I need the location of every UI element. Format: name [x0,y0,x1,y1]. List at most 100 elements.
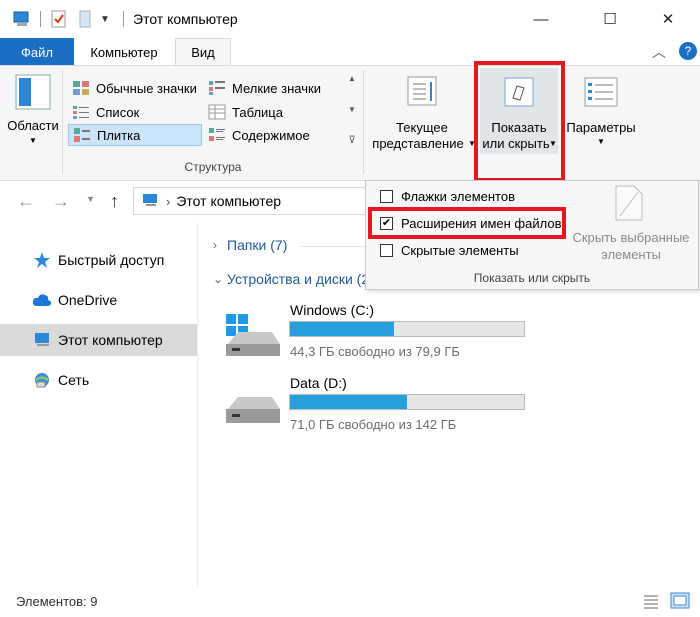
option-label: Скрытые элементы [401,242,519,258]
network-icon [32,371,52,389]
tab-computer[interactable]: Компьютер [78,38,170,66]
layout-item-label: Таблица [232,104,283,120]
forward-button[interactable]: → [52,191,70,212]
layout-group-label: Структура [184,160,242,174]
drive-name: Windows (C:) [290,302,375,318]
chevron-down-icon: ⌄ [213,272,224,286]
highlight-box-file-extensions [368,207,566,239]
content-icon [208,127,226,143]
layout-item-label: Обычные значки [96,80,197,96]
sort-by-icon [406,75,438,110]
layout-details[interactable]: Таблица [204,101,350,123]
layout-scroll[interactable]: ▲ ▼ ⊽ [345,74,359,146]
layout-list[interactable]: Список [68,101,202,123]
drive-usage-bar [289,321,525,337]
drive-usage-bar [289,394,525,410]
item-checkboxes-option[interactable]: Флажки элементов [380,186,515,206]
small-icons-icon [208,80,226,96]
window-title: Этот компьютер [133,11,238,27]
up-button[interactable]: ↑ [110,191,119,212]
minimize-button[interactable]: — [518,0,564,38]
tab-view[interactable]: Вид [175,38,231,66]
sidebar-item-this-pc[interactable]: Этот компьютер [0,324,197,356]
navigation-pane-label: Области [7,118,59,133]
sidebar-item-label: Быстрый доступ [58,252,165,268]
section-title: Папки (7) [227,237,288,253]
details-view-icon[interactable] [642,593,660,612]
layout-item-label: Плитка [97,127,141,143]
options-button[interactable]: Параметры ▼ [563,70,639,162]
separator [40,11,41,27]
section-title: Устройства и диски (2) [227,271,374,287]
sidebar-item-network[interactable]: Сеть [0,364,197,396]
drive-free-space: 71,0 ГБ свободно из 142 ГБ [290,417,457,432]
back-button[interactable]: ← [17,191,35,212]
drive-usage-fill [290,322,395,336]
sidebar-item-quick-access[interactable]: Быстрый доступ [0,244,197,276]
star-icon [32,251,52,269]
scroll-down-icon[interactable]: ▼ [348,105,356,114]
windows-drive-icon [222,310,284,361]
chevron-down-icon: ▼ [597,137,605,146]
layout-item-label: Список [96,104,140,120]
hidden-items-checkbox[interactable] [380,243,393,257]
hide-selected-label-2: элементы [601,247,661,262]
new-folder-icon[interactable] [78,10,92,28]
current-view-button[interactable]: Текущее представление ▼ [368,70,476,162]
hide-selected-button[interactable]: Скрыть выбранные элементы [568,184,694,264]
options-label: Параметры [566,120,636,135]
expand-gallery-icon[interactable]: ⊽ [348,135,355,146]
current-view-label-2: представление [372,136,464,151]
drive-usage-fill [290,395,407,409]
item-checkboxes-checkbox[interactable] [380,189,393,203]
layout-item-label: Содержимое [232,127,310,143]
help-icon[interactable]: ? [679,42,697,60]
details-icon [208,104,226,120]
option-label: Флажки элементов [401,188,515,204]
current-view-label-1: Текущее [396,120,448,135]
properties-icon[interactable] [50,10,68,28]
recent-locations-button[interactable]: ▼ [86,194,95,204]
list-icon [72,104,90,120]
address-path: Этот компьютер [176,193,282,209]
separator [62,70,63,174]
chevron-down-icon: ▼ [29,136,37,145]
layout-item-label: Мелкие значки [232,80,321,96]
drive-tile-d[interactable]: Data (D:) 71,0 ГБ свободно из 142 ГБ [222,375,542,435]
sidebar-item-label: OneDrive [58,292,118,308]
breadcrumb-separator-icon: › [166,193,171,209]
folders-section-header[interactable]: › Папки (7) [213,237,287,253]
sidebar-item-label: Сеть [58,372,90,388]
drive-tile-c[interactable]: Windows (C:) 44,3 ГБ свободно из 79,9 ГБ [222,302,542,362]
large-icons-view-icon[interactable] [670,592,690,612]
devices-section-header[interactable]: ⌄ Устройства и диски (2) [213,271,374,287]
cloud-icon [32,291,52,309]
address-bar[interactable]: › Этот компьютер [133,187,368,215]
hide-selected-icon [614,184,644,225]
chevron-right-icon: › [213,238,217,252]
navigation-pane-icon [15,74,51,113]
maximize-button[interactable]: ☐ [587,0,633,38]
sidebar-item-onedrive[interactable]: OneDrive [0,284,197,316]
layout-large-icons[interactable]: Обычные значки [68,77,202,99]
computer-icon [142,192,160,211]
navigation-pane-button[interactable]: Области ▼ [6,70,60,152]
drive-name: Data (D:) [290,375,347,391]
highlight-box-show-hide [474,61,565,182]
drive-free-space: 44,3 ГБ свободно из 79,9 ГБ [290,344,460,359]
layout-small-icons[interactable]: Мелкие значки [204,77,350,99]
status-item-count: Элементов: 9 [16,594,98,609]
dropdown-group-label: Показать или скрыть [473,271,591,285]
computer-icon[interactable] [12,10,32,28]
computer-icon [32,331,52,349]
customize-toolbar-icon[interactable]: ▼ [100,10,110,28]
collapse-ribbon-icon[interactable]: ︿ [652,42,666,62]
tiles-icon [73,127,91,143]
layout-content[interactable]: Содержимое [204,124,350,146]
scroll-up-icon[interactable]: ▲ [348,74,356,83]
close-button[interactable]: ✕ [645,0,691,38]
layout-tiles[interactable]: Плитка [68,124,202,146]
tab-file[interactable]: Файл [0,38,74,66]
pane-divider[interactable] [197,222,198,587]
hidden-items-option[interactable]: Скрытые элементы [380,240,519,260]
